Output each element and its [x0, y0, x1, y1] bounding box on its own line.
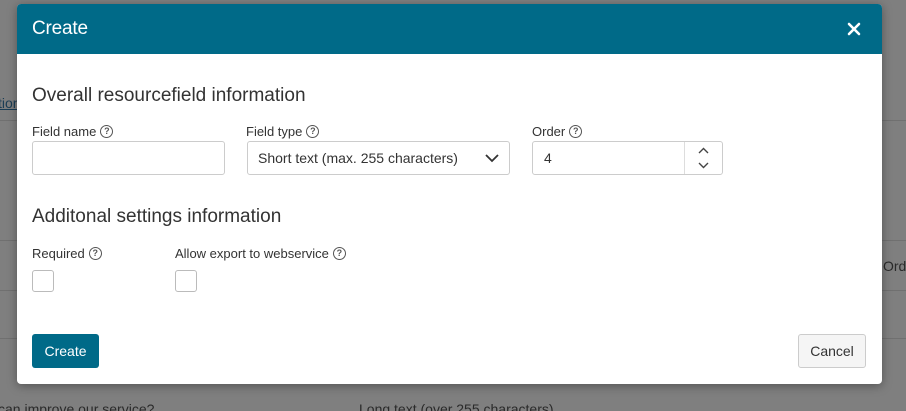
order-stepper[interactable]: 4 [532, 141, 723, 175]
required-label: Required ? [32, 246, 102, 261]
section-title-overall: Overall resourcefield information [32, 85, 306, 106]
field-name-label: Field name ? [32, 124, 114, 139]
dialog-title: Create [32, 18, 88, 39]
create-button[interactable]: Create [32, 334, 99, 368]
dialog-header: Create [17, 4, 882, 54]
allow-export-label-text: Allow export to webservice [175, 246, 329, 261]
section-title-additional: Additonal settings information [32, 206, 282, 227]
close-button[interactable] [842, 17, 866, 41]
order-spinner [684, 142, 722, 174]
allow-export-checkbox[interactable] [175, 270, 197, 292]
field-type-label-text: Field type [246, 124, 303, 139]
chevron-down-icon [485, 153, 499, 162]
order-label-text: Order [532, 124, 566, 139]
order-label: Order ? [532, 124, 583, 139]
allow-export-label: Allow export to webservice ? [175, 246, 346, 261]
field-type-select[interactable]: Short text (max. 255 characters) [247, 141, 510, 175]
field-type-selected: Short text (max. 255 characters) [258, 150, 458, 166]
field-type-label: Field type ? [246, 124, 320, 139]
field-name-label-text: Field name [32, 124, 97, 139]
field-name-input[interactable] [32, 141, 225, 175]
background-row-type: Long text (over 255 characters) [359, 401, 554, 411]
help-icon[interactable]: ? [306, 125, 320, 138]
close-icon [847, 22, 861, 36]
required-checkbox[interactable] [32, 270, 54, 292]
help-icon[interactable]: ? [569, 125, 583, 138]
help-icon[interactable]: ? [88, 247, 102, 260]
order-value: 4 [544, 150, 552, 166]
background-row-question: can improve our service? [0, 401, 155, 411]
create-dialog: Create Overall resourcefield information… [17, 4, 882, 384]
background-column-header: Orde [883, 258, 906, 274]
dialog-body: Overall resourcefield information Field … [17, 54, 882, 384]
cancel-button[interactable]: Cancel [798, 334, 866, 368]
help-icon[interactable]: ? [332, 247, 346, 260]
chevron-up-icon [698, 147, 709, 154]
decrement-button[interactable] [685, 158, 722, 173]
required-label-text: Required [32, 246, 85, 261]
help-icon[interactable]: ? [100, 125, 114, 138]
increment-button[interactable] [685, 143, 722, 158]
chevron-down-icon [698, 162, 709, 169]
